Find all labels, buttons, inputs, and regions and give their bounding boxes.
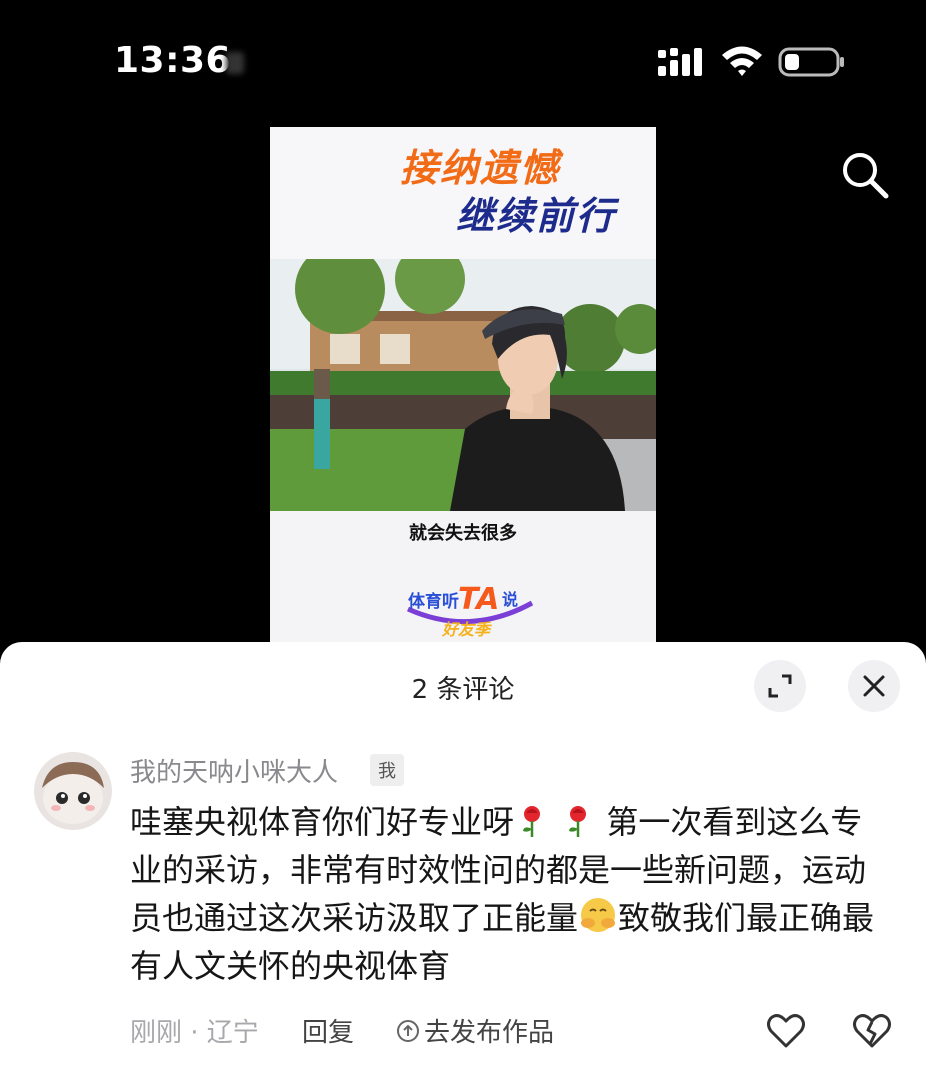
comment-time-location: 刚刚 · 辽宁 — [130, 1018, 259, 1048]
video-frame-image — [270, 259, 656, 511]
rose-emoji-icon — [523, 806, 541, 837]
svg-text:TA: TA — [458, 582, 499, 617]
close-icon — [863, 675, 885, 697]
svg-text:好友季: 好友季 — [441, 620, 493, 639]
svg-text:体育听: 体育听 — [408, 591, 459, 612]
rose-emoji-icon — [569, 806, 587, 837]
author-badge: 我 — [370, 754, 404, 786]
publish-work-button[interactable]: 去发布作品 — [396, 1012, 554, 1049]
video-caption: 就会失去很多 — [409, 523, 517, 544]
search-icon[interactable] — [838, 148, 892, 202]
comment-username[interactable]: 我的天呐小咪大人 — [130, 752, 338, 789]
upload-circle-icon — [397, 1019, 419, 1042]
wifi-icon — [722, 46, 762, 76]
expand-button[interactable] — [754, 660, 806, 712]
close-button[interactable] — [848, 660, 900, 712]
broken-heart-icon[interactable] — [852, 1012, 892, 1050]
video-title-area: 接纳遗憾 继续前行 — [270, 127, 656, 259]
comment-text: 哇塞央视体育你们好专业呀 第一次看到这么专业的采访，非常有时效性问的都是一些新问… — [130, 798, 890, 990]
program-logo: 体育听 TA 说 好友季 — [406, 582, 534, 639]
comment-text-part1: 哇塞央视体育你们好专业呀 — [130, 803, 515, 841]
status-bar: 13:36 — [0, 0, 926, 120]
cellular-signal-icon — [658, 48, 702, 76]
reply-button[interactable]: 回复 — [302, 1012, 354, 1049]
video-preview[interactable]: 接纳遗憾 继续前行 就会失去很多 体育听 TA 说 好友季 — [270, 127, 656, 647]
publish-work-label: 去发布作品 — [424, 1018, 555, 1048]
video-title-line1: 接纳遗憾 — [400, 146, 561, 190]
svg-text:说: 说 — [502, 590, 518, 609]
hugging-face-emoji-icon — [581, 898, 616, 932]
expand-icon — [768, 674, 792, 698]
battery-icon — [778, 47, 844, 77]
comments-sheet: 2 条评论 我的天呐小咪大人 我 哇塞央视体育你们好专业呀 第一次看到这么专业的… — [0, 642, 926, 1080]
blurred-indicator — [226, 52, 244, 74]
avatar[interactable] — [34, 752, 112, 830]
video-title-line2: 继续前行 — [456, 194, 617, 238]
status-time: 13:36 — [114, 40, 232, 81]
heart-icon[interactable] — [766, 1012, 806, 1050]
